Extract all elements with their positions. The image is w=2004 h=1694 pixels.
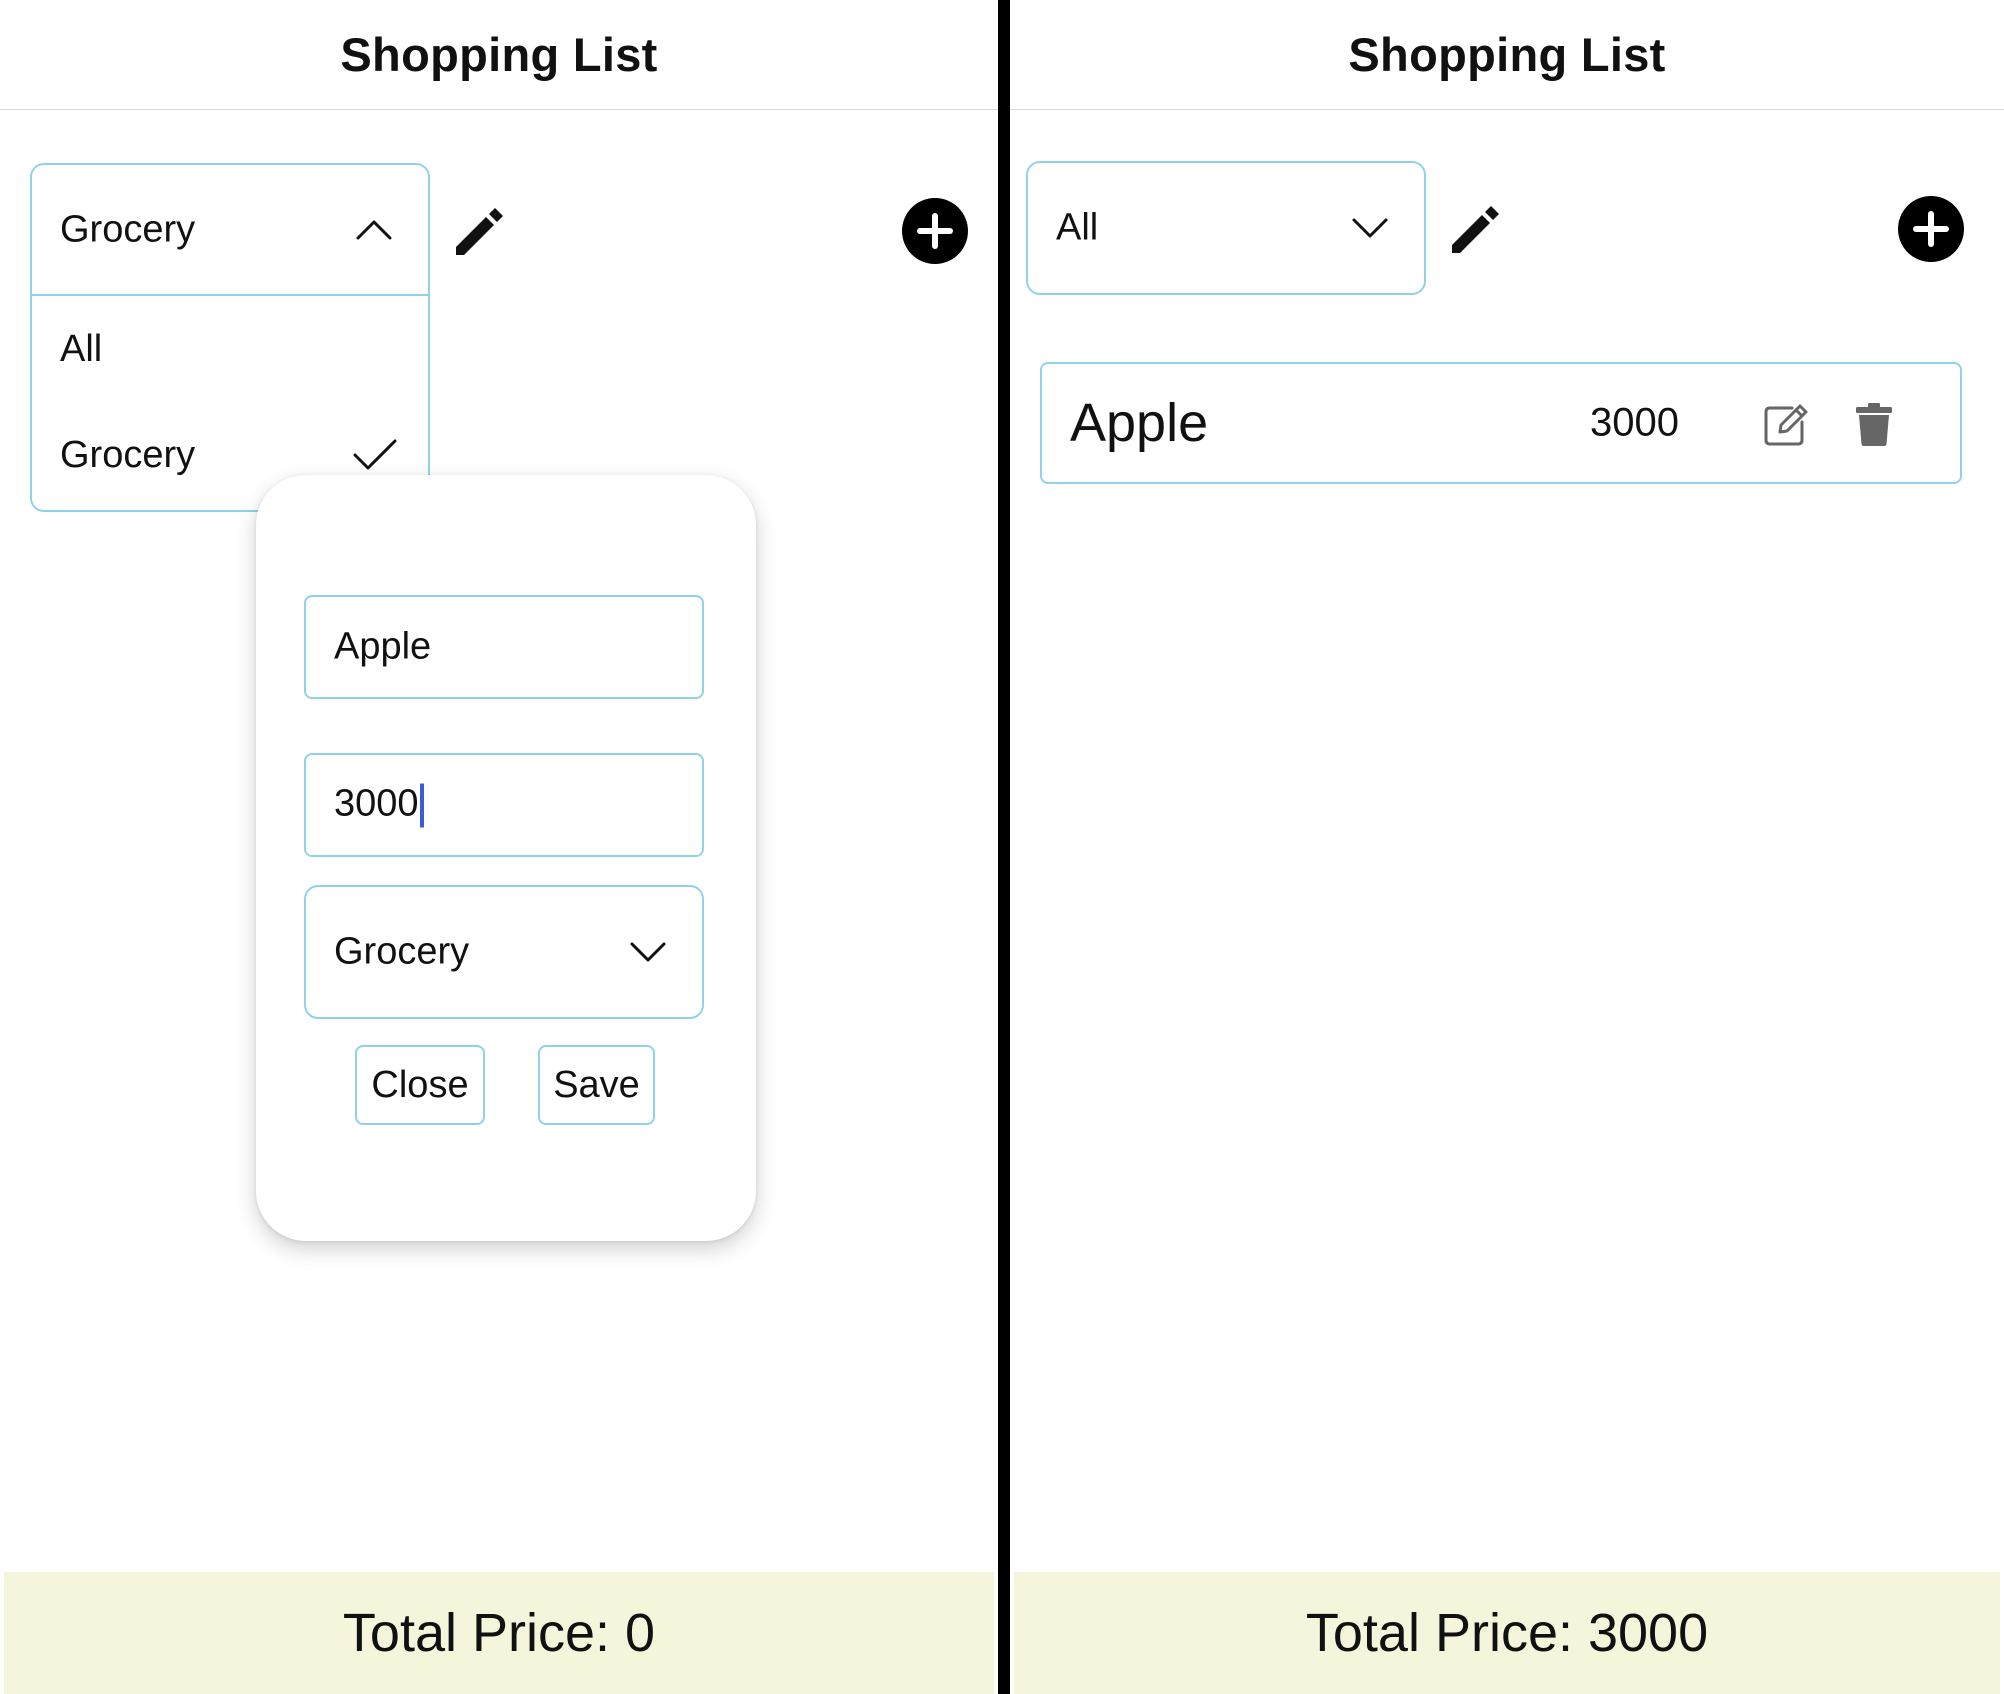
plus-icon <box>1913 211 1949 247</box>
item-price-input[interactable]: 3000 <box>304 753 704 857</box>
close-button[interactable]: Close <box>355 1045 485 1125</box>
category-filter-select[interactable]: All <box>1026 161 1426 295</box>
item-category-select[interactable]: Grocery <box>304 885 704 1019</box>
category-filter-value: Grocery <box>60 208 196 251</box>
comparison-stage: Shopping List Grocery All Grocery Apple … <box>0 0 2004 1694</box>
pencil-icon[interactable] <box>450 203 506 259</box>
header: Shopping List <box>1010 0 2004 110</box>
trash-icon[interactable] <box>1850 400 1898 448</box>
chevron-down-icon <box>1352 218 1388 238</box>
item-name: Apple <box>1070 393 1209 453</box>
checkmark-icon <box>353 439 397 470</box>
add-item-button[interactable] <box>1898 196 1964 262</box>
list-item: Apple 3000 <box>1040 362 1962 484</box>
total-price-bar: Total Price: 0 <box>4 1572 994 1694</box>
total-price-bar: Total Price: 3000 <box>1014 1572 2000 1694</box>
header: Shopping List <box>0 0 998 110</box>
add-item-modal: Apple 3000 Grocery Close Save <box>256 475 756 1241</box>
chevron-down-icon <box>630 942 666 962</box>
total-price-label: Total Price: 0 <box>342 1603 656 1663</box>
item-name-value: Apple <box>334 625 432 668</box>
item-price: 3000 <box>1590 400 1679 445</box>
dropdown-option-all[interactable]: All <box>60 328 102 371</box>
pencil-icon[interactable] <box>1446 201 1502 257</box>
page-title: Shopping List <box>1348 28 1666 81</box>
category-filter-select[interactable]: Grocery <box>30 163 430 297</box>
plus-icon <box>917 213 953 249</box>
item-price-value: 3000 <box>334 782 419 825</box>
left-screen: Shopping List Grocery All Grocery Apple … <box>0 0 998 1694</box>
dropdown-option-grocery[interactable]: Grocery <box>60 434 195 477</box>
item-name-input[interactable]: Apple <box>304 595 704 699</box>
edit-square-icon[interactable] <box>1762 400 1810 448</box>
chevron-up-icon <box>356 220 392 240</box>
screen-divider <box>998 0 1010 1694</box>
add-item-button[interactable] <box>902 198 968 264</box>
right-screen: Shopping List All Apple 3000 Total Price… <box>1010 0 2004 1694</box>
category-filter-value: All <box>1056 206 1099 249</box>
total-price-label: Total Price: 3000 <box>1305 1603 1709 1663</box>
page-title: Shopping List <box>340 28 658 81</box>
item-category-value: Grocery <box>334 930 470 973</box>
text-cursor <box>419 783 424 828</box>
item-price-text: 3000 <box>334 783 424 828</box>
save-button[interactable]: Save <box>538 1045 655 1125</box>
